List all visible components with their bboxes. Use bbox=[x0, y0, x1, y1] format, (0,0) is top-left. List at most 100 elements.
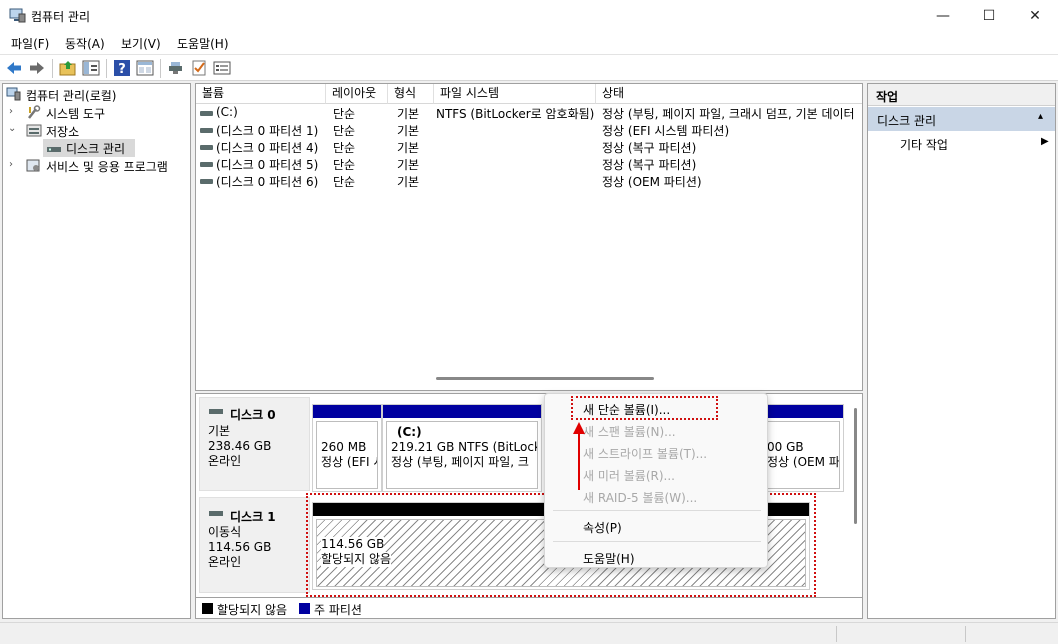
tree-label-disk-management: 디스크 관리 bbox=[66, 142, 126, 156]
cell-layout: 단순 bbox=[333, 175, 356, 189]
chevron-right-icon[interactable]: › bbox=[9, 159, 19, 170]
primary-partition-bar bbox=[763, 405, 843, 418]
toolbar: ? bbox=[0, 54, 1058, 81]
list-view-icon[interactable] bbox=[213, 59, 231, 77]
tree-item-storage[interactable]: ⌄ 저장소 bbox=[6, 122, 186, 140]
menu-file[interactable]: 파일(F) bbox=[11, 35, 49, 52]
cell-layout: 단순 bbox=[333, 124, 356, 138]
tree-item-root[interactable]: 컴퓨터 관리(로컬) bbox=[6, 86, 186, 104]
actions-section-disk-management[interactable]: 디스크 관리 ▴ bbox=[868, 107, 1055, 131]
storage-icon bbox=[26, 124, 42, 137]
partition-body: 00 GB 정상 (OEM 파 bbox=[766, 421, 840, 489]
partition-status: 정상 (OEM 파 bbox=[767, 455, 840, 469]
window-title: 컴퓨터 관리 bbox=[31, 10, 91, 24]
cell-layout: 단순 bbox=[333, 107, 356, 121]
legend-label-primary: 주 파티션 bbox=[314, 603, 362, 617]
checklist-icon[interactable] bbox=[190, 59, 208, 77]
svg-text:?: ? bbox=[118, 62, 126, 77]
tree-item-system-tools[interactable]: › 시스템 도구 bbox=[6, 104, 186, 122]
annotation-arrow-icon bbox=[573, 422, 585, 490]
cell-volume: (디스크 0 파티션 6) bbox=[216, 175, 319, 189]
minimize-button[interactable]: — bbox=[920, 0, 966, 32]
menu-help[interactable]: 도움말(H) bbox=[177, 35, 229, 52]
actions-header: 작업 bbox=[868, 84, 1055, 106]
close-button[interactable]: ✕ bbox=[1012, 0, 1058, 32]
volume-list: 볼륨 레이아웃 형식 파일 시스템 상태 (C:) 단순 기본 NTFS (Bi… bbox=[195, 83, 863, 391]
drive-icon bbox=[200, 162, 213, 167]
primary-partition-bar bbox=[313, 405, 381, 418]
help-icon[interactable]: ? bbox=[113, 59, 131, 77]
primary-partition-bar bbox=[383, 405, 541, 418]
back-arrow-icon[interactable] bbox=[5, 59, 23, 77]
vertical-scrollbar[interactable] bbox=[854, 408, 857, 524]
tree-label-root: 컴퓨터 관리(로컬) bbox=[26, 89, 117, 103]
disk-1-header[interactable]: 디스크 1 이동식 114.56 GB 온라인 bbox=[199, 497, 310, 593]
table-row[interactable]: (디스크 0 파티션 1) 단순 기본 정상 (EFI 시스템 파티션) bbox=[196, 122, 862, 139]
menu-item-help[interactable]: 도움말(H) bbox=[583, 550, 635, 567]
chevron-right-icon[interactable]: › bbox=[9, 106, 19, 117]
menu-item-new-mirrored-volume[interactable]: 새 미러 볼륨(R)... bbox=[583, 467, 675, 484]
partition-c[interactable]: (C:) 219.21 GB NTFS (BitLocke 정상 (부팅, 페이… bbox=[382, 404, 542, 492]
disk-0-status: 온라인 bbox=[208, 454, 242, 468]
cell-volume: (디스크 0 파티션 1) bbox=[216, 124, 319, 138]
menu-item-new-raid5-volume[interactable]: 새 RAID-5 볼륨(W)... bbox=[583, 489, 697, 506]
drive-icon bbox=[200, 179, 213, 184]
menu-action[interactable]: 동작(A) bbox=[65, 35, 105, 52]
cell-volume: (디스크 0 파티션 5) bbox=[216, 158, 319, 172]
table-row[interactable]: (C:) 단순 기본 NTFS (BitLocker로 암호화됨) 정상 (부팅… bbox=[196, 105, 862, 122]
toolbar-separator bbox=[52, 59, 53, 78]
menu-view[interactable]: 보기(V) bbox=[121, 35, 161, 52]
cell-status: 정상 (OEM 파티션) bbox=[602, 175, 702, 189]
table-row[interactable]: (디스크 0 파티션 5) 단순 기본 정상 (복구 파티션) bbox=[196, 156, 862, 173]
disk-0-type: 기본 bbox=[208, 424, 231, 438]
menu-item-new-spanned-volume[interactable]: 새 스팬 볼륨(N)... bbox=[583, 423, 676, 440]
up-folder-icon[interactable] bbox=[59, 59, 77, 77]
partition-status: 정상 (부팅, 페이지 파일, 크 bbox=[391, 455, 529, 469]
disk-1-type: 이동식 bbox=[208, 525, 242, 539]
forward-arrow-icon[interactable] bbox=[28, 59, 46, 77]
legend: 할당되지 않음 주 파티션 bbox=[195, 597, 863, 619]
cell-layout: 단순 bbox=[333, 158, 356, 172]
rescan-disks-icon[interactable] bbox=[167, 59, 185, 77]
partition-title: (C:) bbox=[397, 425, 422, 439]
menu-item-properties[interactable]: 속성(P) bbox=[583, 519, 622, 536]
tree-item-services-apps[interactable]: › 서비스 및 응용 프로그램 bbox=[6, 157, 186, 175]
status-separator bbox=[965, 626, 966, 642]
chevron-down-icon[interactable]: ⌄ bbox=[8, 123, 18, 134]
disk-0-header[interactable]: 디스크 0 기본 238.46 GB 온라인 bbox=[199, 397, 310, 491]
cell-status: 정상 (EFI 시스템 파티션) bbox=[602, 124, 730, 138]
title-bar: 컴퓨터 관리 — ☐ ✕ bbox=[0, 0, 1058, 32]
partition-size: 219.21 GB NTFS (BitLocke bbox=[391, 440, 538, 454]
actions-section-label: 디스크 관리 bbox=[877, 114, 937, 128]
partition-efi[interactable]: 260 MB 정상 (EFI 시 bbox=[312, 404, 382, 492]
maximize-button[interactable]: ☐ bbox=[966, 0, 1012, 32]
toolbar-separator bbox=[106, 59, 107, 78]
disk-1-size: 114.56 GB bbox=[208, 540, 272, 554]
partition-oem[interactable]: 00 GB 정상 (OEM 파 bbox=[762, 404, 844, 492]
collapse-up-icon[interactable]: ▴ bbox=[1038, 111, 1043, 122]
partition-body: (C:) 219.21 GB NTFS (BitLocke 정상 (부팅, 페이… bbox=[386, 421, 538, 489]
column-header-layout[interactable]: 레이아웃 bbox=[326, 84, 388, 104]
cell-layout: 단순 bbox=[333, 141, 356, 155]
drive-icon bbox=[200, 145, 213, 150]
toolbar-separator bbox=[160, 59, 161, 78]
annotation-highlight-menu-item bbox=[571, 396, 718, 420]
tree-item-disk-management[interactable]: 디스크 관리 bbox=[43, 139, 135, 157]
column-header-status[interactable]: 상태 bbox=[596, 84, 862, 104]
table-row[interactable]: (디스크 0 파티션 6) 단순 기본 정상 (OEM 파티션) bbox=[196, 173, 862, 190]
column-header-type[interactable]: 형식 bbox=[388, 84, 434, 104]
actions-more[interactable]: 기타 작업 ▶ bbox=[868, 132, 1055, 154]
table-row[interactable]: (디스크 0 파티션 4) 단순 기본 정상 (복구 파티션) bbox=[196, 139, 862, 156]
show-hide-tree-icon[interactable] bbox=[82, 59, 100, 77]
properties-pane-icon[interactable] bbox=[136, 59, 154, 77]
tree-label-services-apps: 서비스 및 응용 프로그램 bbox=[46, 160, 168, 174]
menu-bar: 파일(F) 동작(A) 보기(V) 도움말(H) bbox=[0, 32, 1058, 54]
legend-label-unallocated: 할당되지 않음 bbox=[217, 603, 288, 617]
system-tools-icon bbox=[28, 105, 41, 119]
horizontal-scrollbar[interactable] bbox=[436, 377, 654, 380]
column-header-volume[interactable]: 볼륨 bbox=[196, 84, 326, 104]
legend-swatch-primary bbox=[299, 603, 310, 614]
disk-0-size: 238.46 GB bbox=[208, 439, 272, 453]
column-header-file-system[interactable]: 파일 시스템 bbox=[434, 84, 596, 104]
menu-item-new-striped-volume[interactable]: 새 스트라이프 볼륨(T)... bbox=[583, 445, 707, 462]
